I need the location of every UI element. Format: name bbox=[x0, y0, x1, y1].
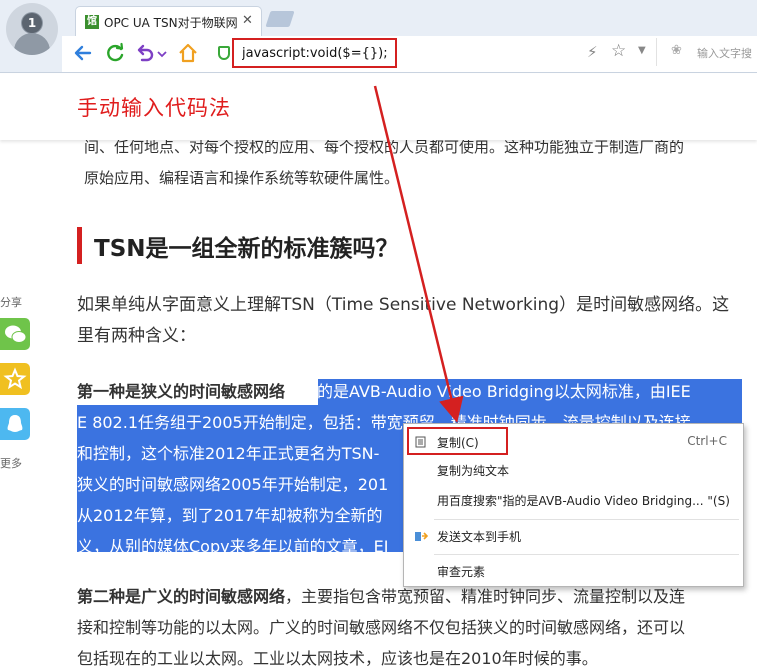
undo-icon[interactable] bbox=[134, 42, 156, 64]
avatar-body bbox=[14, 33, 50, 55]
paragraph-broad-tsn: 第二种是广义的时间敏感网络，主要指包含带宽预留、精准时钟同步、流量控制以及连 接… bbox=[77, 581, 742, 669]
tab-close-button[interactable]: ✕ bbox=[242, 13, 253, 28]
menu-item-label: 审查元素 bbox=[437, 565, 486, 579]
share-more-link[interactable]: 更多 bbox=[0, 455, 22, 471]
search-box[interactable]: ❀ 输入文字搜 bbox=[656, 38, 757, 66]
tab-title: OPC UA TSN对于物联网 bbox=[104, 16, 238, 30]
refresh-icon[interactable] bbox=[104, 42, 126, 64]
p3-line-2: 接和控制等功能的以太网。广义的时间敏感网络不仅包括狭义的时间敏感网络，还可以 bbox=[77, 618, 686, 637]
paragraph-definition: 如果单纯从字面意义上理解TSN（Time Sensitive Networkin… bbox=[77, 290, 742, 352]
menu-separator bbox=[434, 554, 739, 555]
address-input[interactable] bbox=[234, 40, 395, 66]
qq-icon[interactable] bbox=[0, 408, 30, 440]
annotation-title: 手动输入代码法 bbox=[77, 96, 231, 120]
back-icon[interactable] bbox=[72, 42, 94, 64]
section-heading: TSN是一组全新的标准簇吗？ bbox=[94, 236, 399, 262]
tab-active[interactable]: 馆 OPC UA TSN对于物联网 ✕ bbox=[75, 6, 262, 36]
p3-bold-lead: 第二种是广义的时间敏感网络 bbox=[77, 587, 286, 606]
p2-line-1: 第一种是狭义的时间敏感网络，指的是AVB-Audio Video Bridgin… bbox=[77, 376, 742, 407]
qzone-star-icon[interactable] bbox=[0, 363, 30, 395]
bolt-icon[interactable]: ⚡ bbox=[587, 43, 598, 61]
search-placeholder: 输入文字搜 bbox=[697, 47, 752, 60]
phone-send-icon bbox=[415, 532, 428, 541]
chevron-down-icon[interactable]: ▼ bbox=[638, 45, 646, 56]
p1-line-2: 里有两种含义： bbox=[77, 326, 196, 346]
share-label: 分享 bbox=[0, 296, 22, 309]
star-icon[interactable]: ☆ bbox=[611, 41, 626, 61]
menu-item-label: 复制为纯文本 bbox=[437, 464, 510, 478]
chevron-down-icon[interactable] bbox=[156, 42, 168, 64]
menu-item-label: 发送文本到手机 bbox=[437, 530, 522, 544]
paw-icon: ❀ bbox=[671, 43, 682, 58]
wechat-icon[interactable] bbox=[0, 318, 30, 350]
heading-accent-bar bbox=[77, 227, 82, 264]
site-favicon-icon: 馆 bbox=[85, 15, 99, 29]
intro-line-2: 原始应用、编程语言和操作系统等软硬件属性。 bbox=[84, 169, 400, 187]
home-icon[interactable] bbox=[177, 42, 199, 64]
copy-highlight-box bbox=[407, 427, 508, 455]
shield-icon[interactable] bbox=[218, 46, 230, 60]
user-avatar[interactable]: 1 bbox=[6, 3, 58, 55]
intro-paragraph: 间、任何地点、对每个授权的应用、每个授权的人员都可使用。这种功能独立于制造厂商的… bbox=[77, 132, 742, 194]
menu-item-baidu-search[interactable]: 用百度搜索"指的是AVB-Audio Video Bridging... "(S… bbox=[404, 486, 743, 514]
menu-item-inspect[interactable]: 审查元素 bbox=[404, 557, 743, 585]
menu-separator bbox=[434, 519, 739, 520]
p2-bold-lead: 第一种是狭义的时间敏感网络 bbox=[77, 382, 286, 401]
p3-line-3: 包括现在的工业以太网。工业以太网技术，应该也是在2010年时候的事。 bbox=[77, 649, 598, 668]
p2-selected-text: ，指的是AVB-Audio Video Bridging以太网标准，由IEE bbox=[285, 382, 691, 401]
p3-line-1-rest: ，主要指包含带宽预留、精准时钟同步、流量控制以及连 bbox=[285, 587, 686, 606]
avatar-badge: 1 bbox=[22, 13, 42, 33]
menu-item-copy-plain[interactable]: 复制为纯文本 bbox=[404, 456, 743, 484]
menu-item-shortcut: Ctrl+C bbox=[687, 434, 727, 448]
menu-item-label: 用百度搜索"指的是AVB-Audio Video Bridging... "(S… bbox=[437, 494, 730, 508]
address-bar[interactable] bbox=[232, 38, 397, 68]
p1-line-1: 如果单纯从字面意义上理解TSN（Time Sensitive Networkin… bbox=[77, 295, 730, 315]
menu-item-send-to-phone[interactable]: 发送文本到手机 bbox=[404, 522, 743, 550]
